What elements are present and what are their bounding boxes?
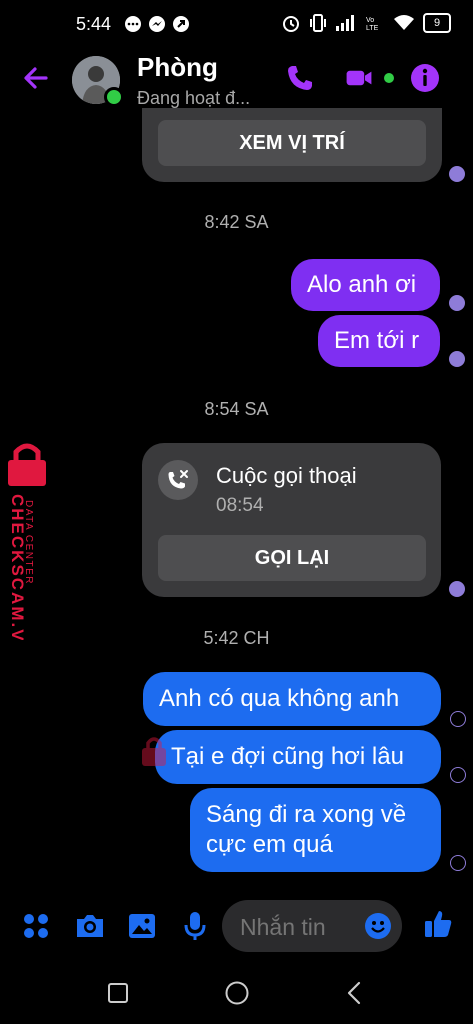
status-notification-icons — [124, 15, 190, 33]
message-text: Anh có qua không anh — [159, 685, 400, 712]
missed-call-icon — [158, 460, 198, 500]
svg-text:LTE: LTE — [366, 25, 379, 32]
seen-indicator — [449, 166, 465, 182]
watermark-text-large: CHECKSCAM.VN — [8, 494, 27, 640]
view-location-button[interactable]: XEM VỊ TRÍ — [158, 120, 426, 166]
status-time: 5:44 — [76, 14, 112, 34]
vibrate-icon — [310, 14, 326, 32]
timestamp: 5:42 CH — [203, 628, 270, 648]
svg-text:Vo: Vo — [366, 17, 374, 24]
message-text: Em tới r — [334, 327, 420, 354]
message-text-line: Sáng đi ra xong về — [206, 801, 407, 828]
online-status-dot — [104, 87, 124, 107]
camera-icon[interactable] — [74, 912, 106, 940]
seen-indicator — [449, 351, 465, 367]
video-icon[interactable] — [345, 62, 377, 94]
watermark-lock-faint — [142, 737, 166, 766]
watermark-logo: DATA CENTER CHECKSCAM.VN — [8, 443, 46, 640]
seen-indicator — [450, 767, 466, 783]
phone-icon[interactable] — [284, 62, 316, 94]
call-time: 08:54 — [216, 495, 264, 516]
messenger-notification-icon — [149, 16, 165, 32]
back-icon[interactable] — [345, 981, 363, 1005]
app-notification-icon — [173, 16, 189, 32]
emoji-icon[interactable] — [364, 912, 392, 940]
like-icon[interactable] — [422, 908, 454, 940]
seen-indicator — [450, 711, 466, 727]
video-online-dot — [384, 73, 394, 83]
back-arrow-icon[interactable] — [20, 62, 52, 94]
image-icon[interactable] — [127, 912, 157, 940]
lte-icon: VoLTE — [366, 17, 379, 32]
message-bubble[interactable]: Tại e đợi cũng hơi lâu — [155, 730, 441, 784]
message-bubble[interactable]: Alo anh ơi — [291, 259, 440, 311]
timestamp: 8:54 SA — [204, 399, 269, 419]
menu-dots-icon[interactable] — [22, 912, 50, 940]
message-input[interactable] — [238, 900, 362, 954]
seen-indicator — [449, 581, 465, 597]
message-input-container[interactable] — [222, 900, 402, 954]
contact-name[interactable]: Phòng — [137, 52, 218, 83]
alarm-icon — [283, 16, 299, 32]
message-bubble[interactable]: Em tới r — [318, 315, 440, 367]
home-icon[interactable] — [224, 980, 250, 1006]
wifi-icon — [394, 15, 414, 30]
seen-indicator — [450, 855, 466, 871]
signal-icon — [336, 15, 354, 31]
message-bubble[interactable]: Anh có qua không anh — [143, 672, 441, 726]
recent-apps-icon[interactable] — [107, 982, 129, 1004]
message-text: Alo anh ơi — [307, 271, 417, 298]
timestamp: 8:42 SA — [204, 212, 269, 232]
call-back-button[interactable]: GỌI LẠI — [158, 535, 426, 581]
info-icon[interactable] — [409, 62, 441, 94]
battery-icon: 9 — [423, 13, 451, 33]
call-title: Cuộc gọi thoại — [216, 463, 357, 488]
message-bubble[interactable]: Sáng đi ra xong về cực em quá — [190, 788, 441, 872]
chat-notification-icon — [125, 16, 141, 32]
seen-indicator — [449, 295, 465, 311]
phone-missed-icon — [168, 470, 188, 489]
contact-active-status: Đang hoạt đ... — [137, 88, 251, 108]
navigation-bar — [0, 960, 473, 1024]
mic-icon[interactable] — [182, 910, 208, 942]
status-system-icons: Vo LTE 9 — [281, 13, 451, 33]
message-text-line: cực em quá — [206, 831, 333, 858]
message-text: Tại e đợi cũng hơi lâu — [171, 743, 404, 770]
